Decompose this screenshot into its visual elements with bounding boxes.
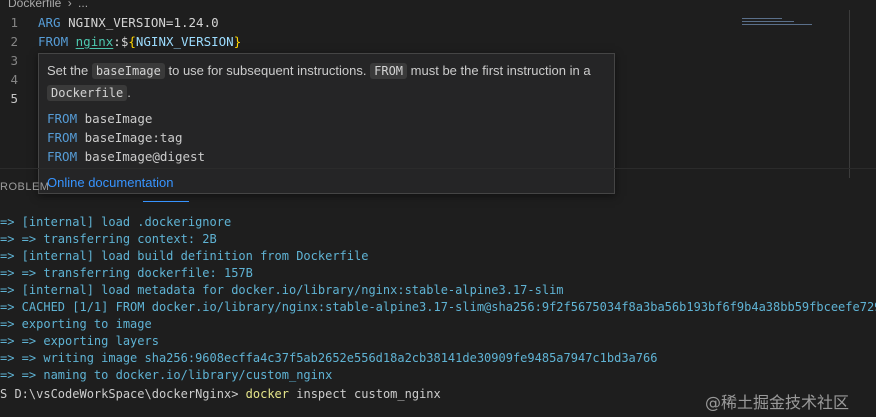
line-number: 1	[10, 15, 18, 30]
code-line-2[interactable]: FROM nginx:${NGINX_VERSION}	[38, 32, 241, 51]
hover-text: Set the	[47, 63, 89, 78]
line-number: 5	[10, 91, 18, 106]
usage-line: FROM baseImage	[47, 109, 205, 128]
brace: {	[128, 34, 136, 49]
terminal-line: => => transferring dockerfile: 157B	[0, 266, 253, 280]
minimap[interactable]	[742, 18, 822, 48]
variable: NGINX_VERSION	[135, 34, 234, 49]
keyword: FROM	[47, 130, 78, 145]
hover-description: Set the baseImage to use for subsequent …	[47, 60, 607, 104]
panel-tabs: ROBLEM	[0, 168, 876, 205]
terminal-line: => [internal] load build definition from…	[0, 249, 369, 263]
line-number: 2	[10, 34, 18, 49]
code-chip: FROM	[370, 63, 408, 79]
terminal-line: => [internal] load .dockerignore	[0, 215, 232, 229]
keyword: FROM	[38, 34, 69, 49]
terminal-line: => => naming to docker.io/library/custom…	[0, 368, 333, 382]
keyword: FROM	[47, 149, 78, 164]
image-name: nginx	[75, 34, 114, 49]
keyword: ARG	[38, 15, 61, 30]
terminal-line: => => writing image sha256:9608ecffa4c37…	[0, 351, 658, 365]
brace: }	[233, 34, 242, 49]
hover-text: .	[127, 85, 131, 100]
breadcrumb-more[interactable]: ...	[78, 0, 88, 9]
usage-arg: baseImage	[84, 111, 153, 126]
prompt-path: S D:\vsCodeWorkSpace\dockerNginx>	[0, 387, 239, 401]
code-line-1[interactable]: ARG NGINX_VERSION=1.24.0	[38, 13, 219, 32]
code-text: :	[113, 34, 121, 49]
editor-scrollbar[interactable]	[849, 10, 850, 178]
usage-arg: baseImage@digest	[84, 149, 206, 164]
terminal-line: => => transferring context: 2B	[0, 232, 217, 246]
terminal-line: => [internal] load metadata for docker.i…	[0, 283, 564, 297]
chevron-right-icon: ›	[67, 0, 72, 10]
keyword: FROM	[47, 111, 78, 126]
terminal-line: => exporting to image	[0, 317, 152, 331]
tab-problems[interactable]: ROBLEM	[0, 181, 49, 193]
code-text: NGINX_VERSION=1.24.0	[60, 15, 219, 30]
terminal-line: => CACHED [1/1] FROM docker.io/library/n…	[0, 300, 876, 314]
terminal-line: => => exporting layers	[0, 334, 159, 348]
watermark: @稀土掘金技术社区	[705, 393, 850, 412]
active-tab-indicator	[143, 201, 189, 202]
line-number: 4	[10, 72, 18, 87]
breadcrumb: Dockerfile › ...	[0, 0, 876, 10]
usage-examples: FROM baseImage FROM baseImage:tag FROM b…	[47, 109, 205, 166]
command: docker	[245, 387, 290, 401]
breadcrumb-file[interactable]: Dockerfile	[0, 0, 61, 9]
usage-line: FROM baseImage@digest	[47, 147, 205, 166]
command-args: inspect custom_nginx	[296, 387, 441, 401]
code-chip: Dockerfile	[47, 85, 128, 101]
hover-text: must be the first instruction in a	[410, 63, 591, 78]
usage-arg: baseImage:tag	[84, 130, 183, 145]
usage-line: FROM baseImage:tag	[47, 128, 205, 147]
code-chip: baseImage	[91, 63, 165, 79]
line-number: 3	[10, 53, 18, 68]
hover-text: to use for subsequent instructions.	[168, 63, 367, 78]
